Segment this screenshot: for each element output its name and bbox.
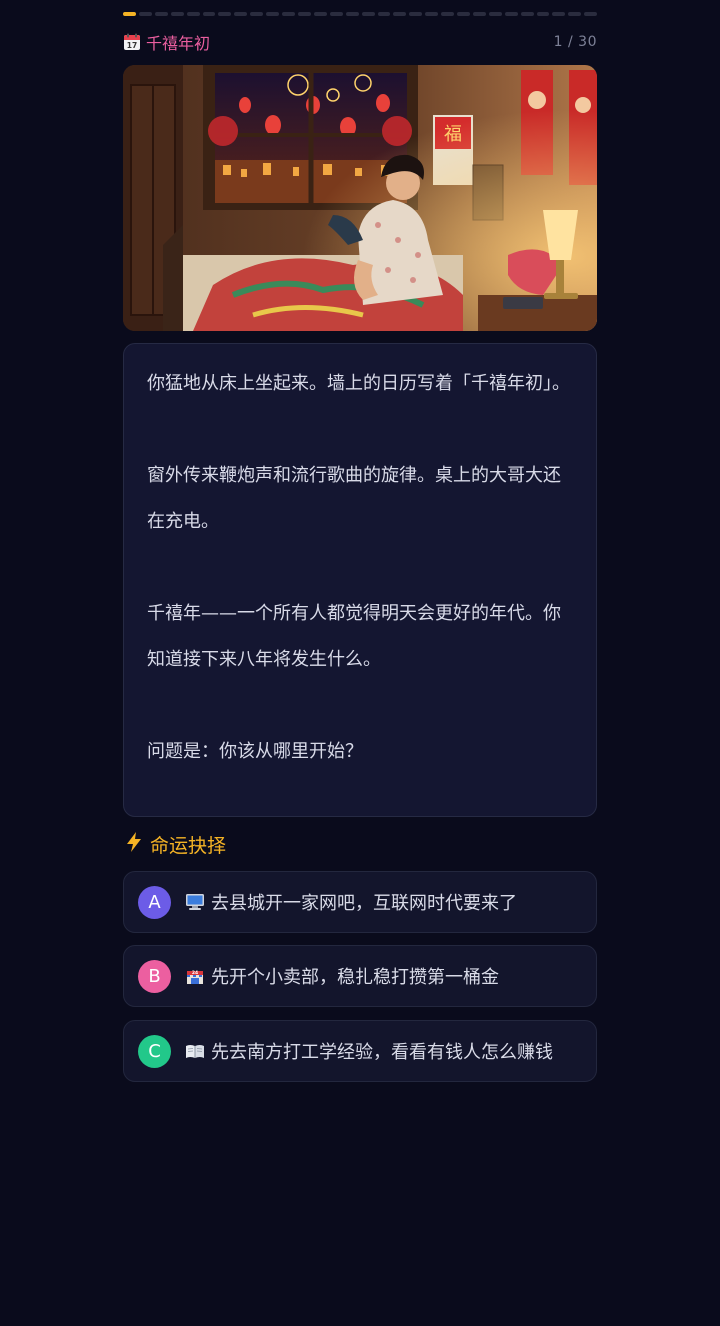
story-paragraph: 问题是：你该从哪里开始？ xyxy=(147,741,363,762)
choice-letter-badge: B xyxy=(138,959,171,993)
progress-segment xyxy=(536,12,550,16)
choices-title: 命运抉择 xyxy=(150,834,227,857)
game-screen: 17 千禧年初 1 / 30 你猛地从床上坐起来。墙上的日历写着「千禧年初」。 … xyxy=(0,0,720,1326)
progress-segment xyxy=(488,12,502,16)
scene-illustration: 福 xyxy=(123,65,597,331)
lightning-icon xyxy=(124,831,144,858)
progress-segment xyxy=(186,12,200,16)
chapter-title: 千禧年初 xyxy=(146,34,211,53)
choice-text: 去县城开一家网吧，互联网时代要来了 xyxy=(211,893,517,914)
progress-segment xyxy=(138,12,152,16)
calendar-icon: 17 xyxy=(123,33,141,51)
page-counter: 1 / 30 xyxy=(553,34,597,50)
progress-segment xyxy=(457,12,470,16)
progress-segment xyxy=(123,12,136,16)
choice-letter-badge: C xyxy=(138,1034,171,1068)
progress-segment xyxy=(202,12,216,16)
progress-segment xyxy=(472,12,486,16)
story-paragraph: 千禧年——一个所有人都觉得明天会更好的年代。你知道接下来八年将发生什么。 xyxy=(147,603,561,670)
progress-segment xyxy=(154,12,168,16)
progress-bar xyxy=(123,12,598,17)
progress-segment xyxy=(409,12,423,16)
story-paragraph: 你猛地从床上坐起来。墙上的日历写着「千禧年初」。 xyxy=(147,373,570,394)
chapter-header: 17 千禧年初 1 / 30 xyxy=(123,30,597,54)
progress-segment xyxy=(345,12,359,16)
progress-segment xyxy=(568,12,582,16)
computer-icon xyxy=(185,892,205,912)
progress-segment xyxy=(170,12,184,16)
svg-text:24: 24 xyxy=(192,970,198,976)
progress-segment xyxy=(361,12,375,16)
shop-icon: 24 xyxy=(185,966,205,986)
progress-segment xyxy=(520,12,534,16)
book-icon xyxy=(185,1041,205,1061)
progress-segment xyxy=(552,12,566,16)
choice-option-b[interactable]: B 24 先开个小卖部，稳扎稳打攒第一桶金 xyxy=(123,945,597,1007)
progress-segment xyxy=(329,12,343,16)
story-paragraph: 窗外传来鞭炮声和流行歌曲的旋律。桌上的大哥大还在充电。 xyxy=(147,465,561,532)
choice-option-c[interactable]: C 先去南方打工学经验，看看有钱人怎么赚钱 xyxy=(123,1020,597,1082)
choice-text: 先开个小卖部，稳扎稳打攒第一桶金 xyxy=(211,967,499,988)
progress-segment xyxy=(234,12,248,16)
progress-segment xyxy=(297,12,311,16)
progress-segment xyxy=(282,12,295,16)
progress-segment xyxy=(393,12,407,16)
progress-segment xyxy=(218,12,232,16)
progress-segment xyxy=(441,12,455,16)
chapter-label: 17 千禧年初 xyxy=(123,30,210,54)
choices-header: 命运抉择 xyxy=(124,830,226,858)
story-panel: 你猛地从床上坐起来。墙上的日历写着「千禧年初」。窗外传来鞭炮声和流行歌曲的旋律。… xyxy=(123,343,597,817)
choice-text: 先去南方打工学经验，看看有钱人怎么赚钱 xyxy=(211,1042,553,1063)
progress-segment xyxy=(266,12,280,16)
progress-segment xyxy=(425,12,439,16)
progress-segment xyxy=(250,12,264,16)
progress-segment xyxy=(313,12,327,16)
choice-letter-badge: A xyxy=(138,885,171,919)
progress-segment xyxy=(584,12,598,16)
choice-option-a[interactable]: A 去县城开一家网吧，互联网时代要来了 xyxy=(123,871,597,933)
progress-segment xyxy=(377,12,391,16)
progress-segment xyxy=(504,12,518,16)
svg-text:17: 17 xyxy=(127,41,137,50)
